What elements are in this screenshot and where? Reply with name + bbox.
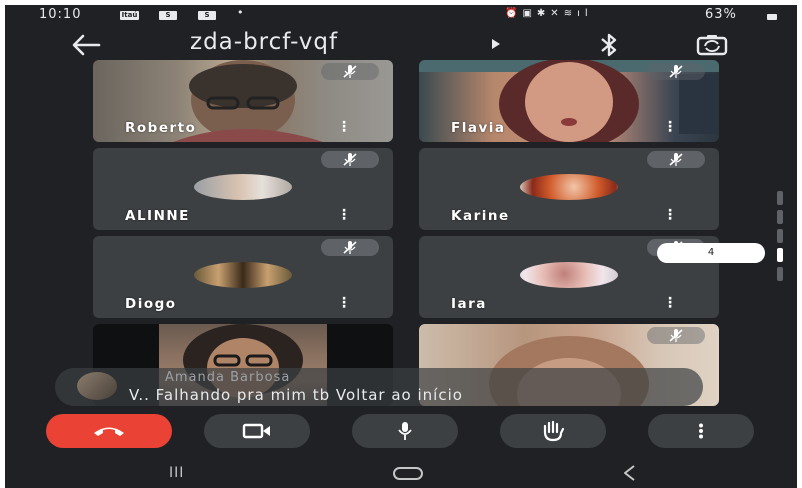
mute-icon: ✕ xyxy=(550,8,564,19)
avatar xyxy=(194,262,292,288)
audio-output-button[interactable] xyxy=(597,32,621,58)
muted-indicator xyxy=(647,327,705,344)
avatar xyxy=(520,174,618,200)
app-notification-icon: S xyxy=(159,11,177,20)
mic-icon xyxy=(398,422,412,440)
nav-back-icon[interactable] xyxy=(621,464,639,482)
battery-icon xyxy=(767,14,777,20)
alarm-icon: ⏰ xyxy=(505,8,523,19)
switch-camera-button[interactable] xyxy=(695,33,729,57)
wifi-icon: ≋ xyxy=(563,8,578,19)
raise-hand-button[interactable] xyxy=(500,414,606,448)
recent-apps-button[interactable]: III xyxy=(169,465,184,481)
home-button[interactable] xyxy=(393,467,423,480)
participant-name: Flavia xyxy=(451,120,506,136)
page-dot[interactable] xyxy=(777,210,783,224)
mic-off-icon xyxy=(669,153,683,166)
participant-tile-flavia[interactable]: Flavia ⋮ xyxy=(419,60,719,142)
bank-notification-icon: Itaú xyxy=(120,11,139,20)
camera-toggle-button[interactable] xyxy=(204,414,310,448)
more-options-icon[interactable]: ⋮ xyxy=(337,208,351,222)
meeting-code[interactable]: zda-brcf-vqf xyxy=(190,29,338,55)
top-app-bar: zda-brcf-vqf xyxy=(5,27,797,63)
message-text: V.. Falhando pra mim tb Voltar ao início xyxy=(129,386,463,404)
muted-indicator xyxy=(321,239,379,256)
videocam-icon xyxy=(242,423,270,439)
mic-off-icon xyxy=(343,65,357,78)
signal-icon: ıl xyxy=(577,8,593,19)
page-dot-active[interactable] xyxy=(777,248,783,262)
page-dot[interactable] xyxy=(777,267,783,281)
sender-name: Amanda Barbosa xyxy=(165,370,291,385)
more-options-icon[interactable]: ⋮ xyxy=(663,208,677,222)
participant-name: ALINNE xyxy=(125,208,190,224)
mic-off-icon xyxy=(669,65,683,78)
muted-indicator xyxy=(321,151,379,168)
participant-tile-alinne[interactable]: ALINNE ⋮ xyxy=(93,148,393,230)
status-time: 10:10 xyxy=(39,7,82,22)
sender-avatar xyxy=(77,372,117,400)
more-options-button[interactable] xyxy=(648,414,754,448)
system-navigation-bar: III xyxy=(5,457,797,488)
bluetooth-icon xyxy=(601,33,617,57)
participant-name: Diogo xyxy=(125,296,177,312)
battery-percent: 63% xyxy=(705,7,737,22)
screen: 10:10 Itaú S S • ⏰▣✱✕≋ıl 63% zda-brcf-vq… xyxy=(5,5,797,488)
participant-tile-roberto[interactable]: Roberto ⋮ xyxy=(93,60,393,142)
page-dot[interactable] xyxy=(777,229,783,243)
app-notification-icon: S xyxy=(198,11,216,20)
muted-indicator xyxy=(647,151,705,168)
caret-right-icon[interactable] xyxy=(491,38,501,50)
mic-off-icon xyxy=(669,329,683,342)
muted-indicator xyxy=(321,63,379,80)
raise-hand-icon xyxy=(543,420,565,442)
participant-tile-diogo[interactable]: Diogo ⋮ xyxy=(93,236,393,318)
mic-off-icon xyxy=(343,153,357,166)
chat-message-toast[interactable]: Amanda Barbosa V.. Falhando pra mim tb V… xyxy=(55,368,703,406)
back-button[interactable] xyxy=(69,33,103,57)
end-call-button[interactable] xyxy=(46,414,172,448)
more-vert-icon xyxy=(699,423,703,439)
page-scroll-indicator[interactable] xyxy=(777,191,785,291)
muted-indicator xyxy=(647,63,705,80)
microphone-toggle-button[interactable] xyxy=(352,414,458,448)
page-dot[interactable] xyxy=(777,191,783,205)
system-status-icons: ⏰▣✱✕≋ıl xyxy=(505,8,593,19)
participant-name: Karine xyxy=(451,208,510,224)
participant-name: Iara xyxy=(451,296,487,312)
mic-off-icon xyxy=(343,241,357,254)
status-bar: 10:10 Itaú S S • ⏰▣✱✕≋ıl 63% xyxy=(5,5,797,25)
page-number-bubble: 4 xyxy=(657,243,765,263)
participant-tile-karine[interactable]: Karine ⋮ xyxy=(419,148,719,230)
participant-name: Roberto xyxy=(125,120,197,136)
arrow-back-icon xyxy=(72,34,101,56)
avatar xyxy=(520,262,618,288)
more-options-icon[interactable]: ⋮ xyxy=(663,296,677,310)
more-options-icon[interactable]: ⋮ xyxy=(337,120,351,134)
vibrate-icon: ▣ xyxy=(522,8,537,19)
more-options-icon[interactable]: ⋮ xyxy=(663,120,677,134)
more-options-icon[interactable]: ⋮ xyxy=(337,296,351,310)
avatar xyxy=(194,174,292,200)
more-notifications-dot: • xyxy=(237,6,244,19)
bluetooth-status-icon: ✱ xyxy=(536,8,551,19)
phone-hangup-icon xyxy=(94,427,124,436)
switch-camera-icon xyxy=(696,35,728,56)
